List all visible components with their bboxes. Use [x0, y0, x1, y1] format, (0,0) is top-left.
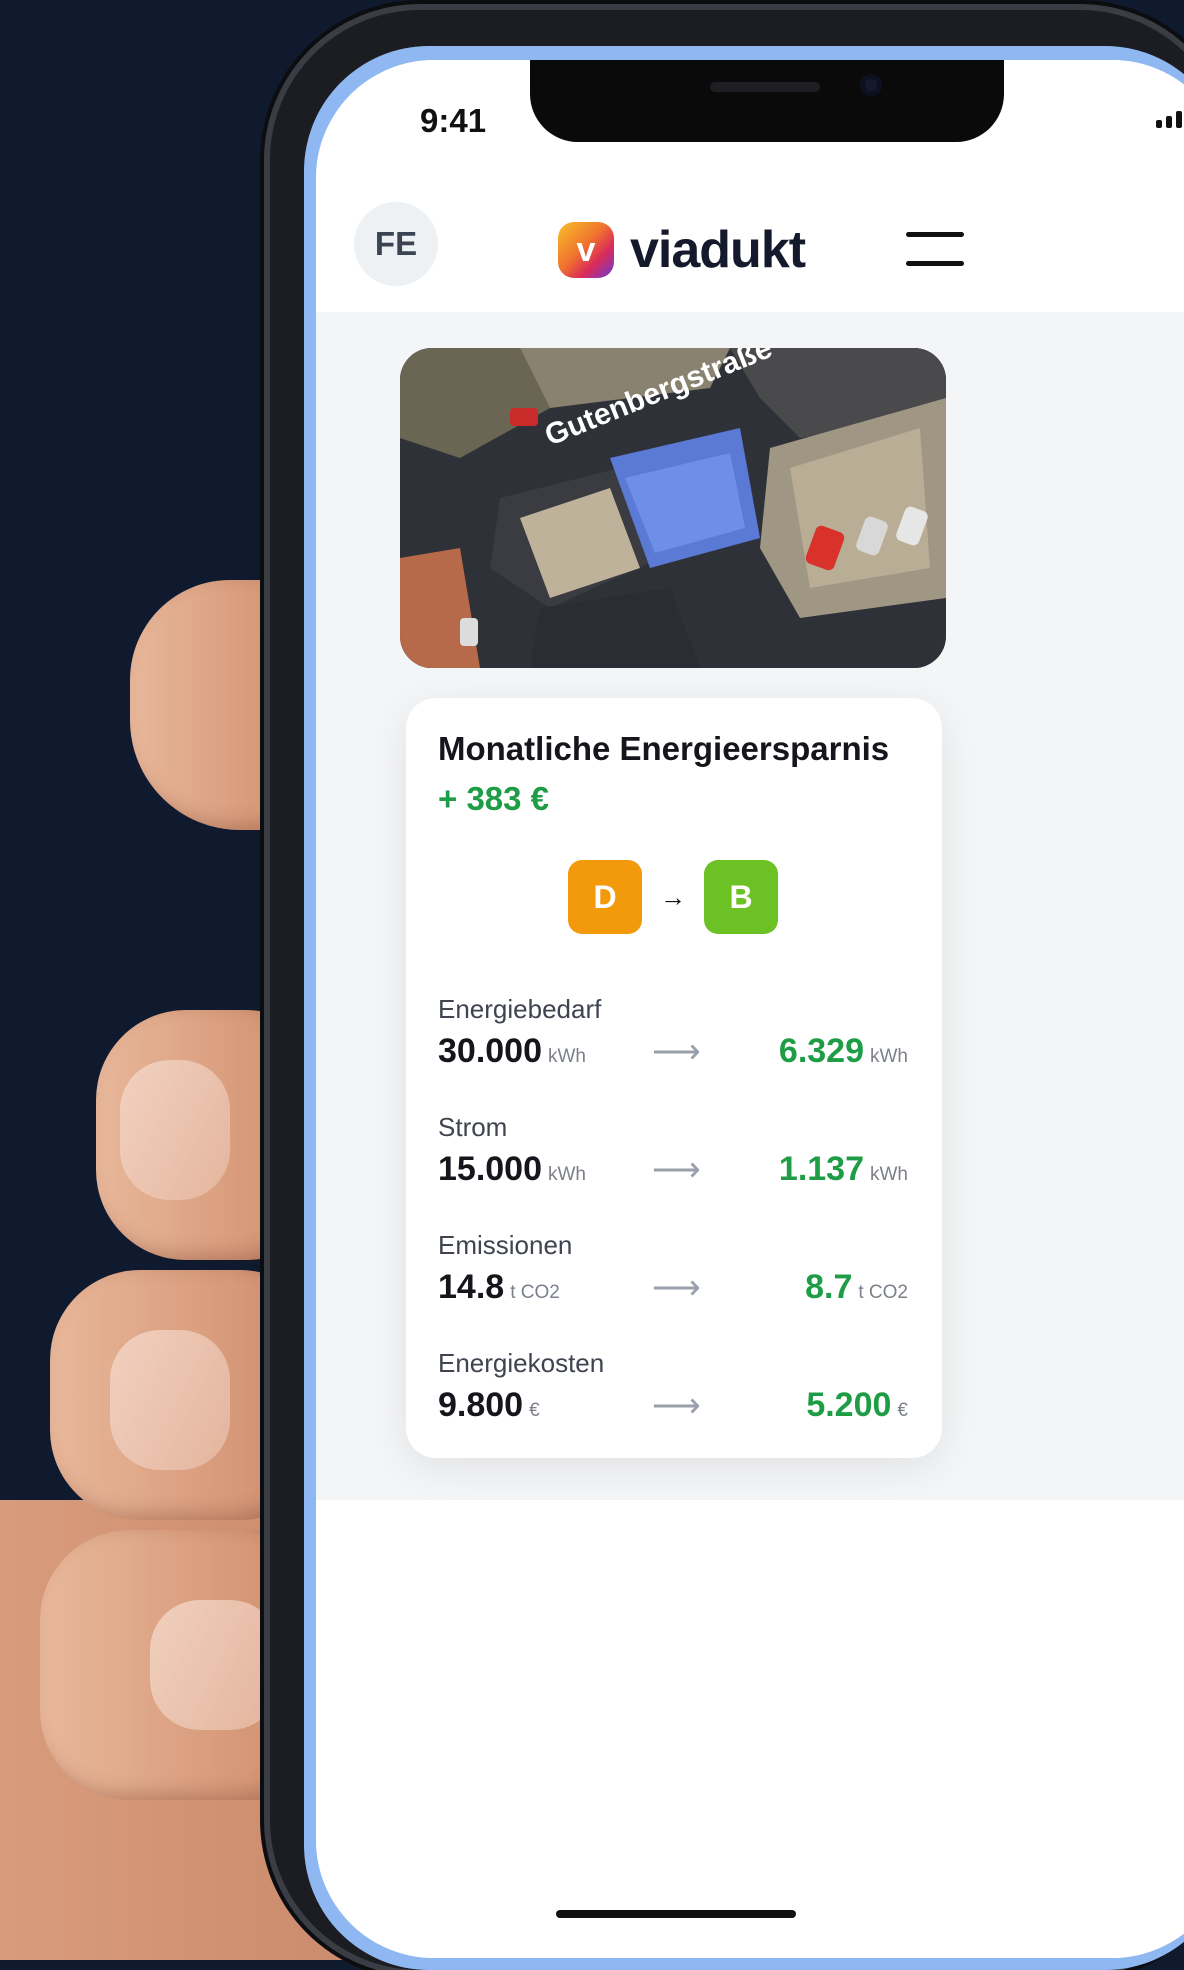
avatar[interactable]: FE	[354, 202, 438, 286]
long-arrow-right-icon: ⟶	[652, 1387, 701, 1425]
hand-nail-3	[150, 1600, 280, 1730]
energy-rating: D → B	[568, 860, 778, 934]
rating-from-badge: D	[568, 860, 642, 934]
aerial-map[interactable]: Gutenbergstraße	[400, 348, 946, 668]
phone-screen: FE v viadukt 9:41 Gutenbergstraße Monatl…	[316, 60, 1184, 1958]
hand-nail-1	[120, 1060, 230, 1200]
long-arrow-right-icon: ⟶	[652, 1269, 701, 1307]
signal-icon	[1156, 104, 1184, 128]
metric-label: Energiekosten	[438, 1348, 605, 1378]
camera-icon	[860, 74, 882, 96]
speaker-icon	[710, 82, 820, 92]
metric-old-value: 15.000 kWh	[438, 1150, 586, 1188]
metric-old-value: 9.800 €	[438, 1386, 540, 1424]
brand[interactable]: v viadukt	[558, 220, 806, 280]
metric-row-energiebedarf: Energiebedarf 30.000 kWh ⟶ 6.329 kWh	[438, 994, 908, 1094]
energy-savings-card: Monatliche Energieersparnis + 383 € D → …	[406, 698, 942, 1458]
metric-new-value: 5.200 €	[806, 1386, 908, 1424]
status-time: 9:41	[420, 102, 487, 139]
long-arrow-right-icon: ⟶	[652, 1033, 701, 1071]
map-image: Gutenbergstraße	[400, 348, 946, 668]
metric-label: Emissionen	[438, 1230, 573, 1260]
metric-new-value: 8.7 t CO2	[805, 1268, 908, 1306]
rating-to-badge: B	[704, 860, 778, 934]
metric-row-energiekosten: Energiekosten 9.800 € ⟶ 5.200 €	[438, 1348, 908, 1448]
metric-new-value: 1.137 kWh	[778, 1150, 908, 1188]
monthly-saving-value: + 383 €	[438, 780, 550, 817]
brand-name: viadukt	[630, 221, 806, 279]
metric-old-value: 30.000 kWh	[438, 1032, 586, 1070]
hamburger-menu-icon[interactable]	[906, 232, 964, 266]
metric-new-value: 6.329 kWh	[778, 1032, 908, 1070]
arrow-right-icon: →	[660, 881, 686, 912]
phone-notch	[530, 60, 1004, 142]
metric-old-value: 14.8 t CO2	[438, 1268, 560, 1306]
metric-row-strom: Strom 15.000 kWh ⟶ 1.137 kWh	[438, 1112, 908, 1212]
menu-line	[906, 232, 964, 237]
bottom-bar	[316, 1500, 1184, 1958]
status-icons	[1156, 104, 1184, 128]
long-arrow-right-icon: ⟶	[652, 1151, 701, 1189]
phone-frame: FE v viadukt 9:41 Gutenbergstraße Monatl…	[270, 10, 1184, 1970]
metric-label: Energiebedarf	[438, 994, 602, 1024]
hand-nail-2	[110, 1330, 230, 1470]
home-indicator[interactable]	[556, 1910, 796, 1918]
metric-row-emissionen: Emissionen 14.8 t CO2 ⟶ 8.7 t CO2	[438, 1230, 908, 1330]
viadukt-logo-icon: v	[558, 222, 614, 278]
metric-label: Strom	[438, 1112, 508, 1142]
card-title: Monatliche Energieersparnis	[438, 730, 890, 767]
menu-line	[906, 261, 964, 266]
